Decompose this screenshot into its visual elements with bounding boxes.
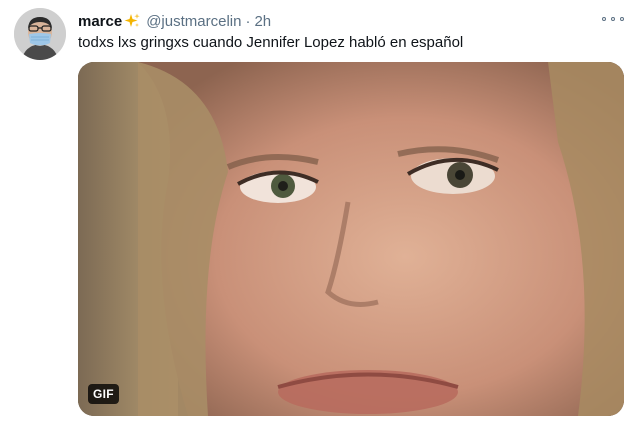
dot-icon	[620, 17, 624, 21]
tweet-text: todxs lxs gringxs cuando Jennifer Lopez …	[78, 34, 464, 51]
author-handle[interactable]: @justmarcelin	[146, 13, 241, 30]
separator-dot: ·	[245, 12, 251, 30]
dot-icon	[611, 17, 615, 21]
author-name[interactable]: marce	[78, 13, 122, 30]
gif-badge: GIF	[88, 384, 119, 404]
more-options-icon[interactable]	[602, 12, 624, 26]
gif-frame-image	[78, 62, 624, 416]
tweet-header: marce @justmarcelin · 2h	[78, 10, 271, 32]
user-avatar-icon	[14, 8, 66, 60]
sparkles-icon	[124, 13, 140, 27]
dot-icon	[602, 17, 606, 21]
tweet-gif[interactable]: GIF	[78, 62, 624, 416]
tweet: marce @justmarcelin · 2h todxs lxs gring…	[0, 0, 640, 423]
tweet-timestamp[interactable]: 2h	[254, 13, 271, 30]
avatar[interactable]	[14, 8, 66, 60]
